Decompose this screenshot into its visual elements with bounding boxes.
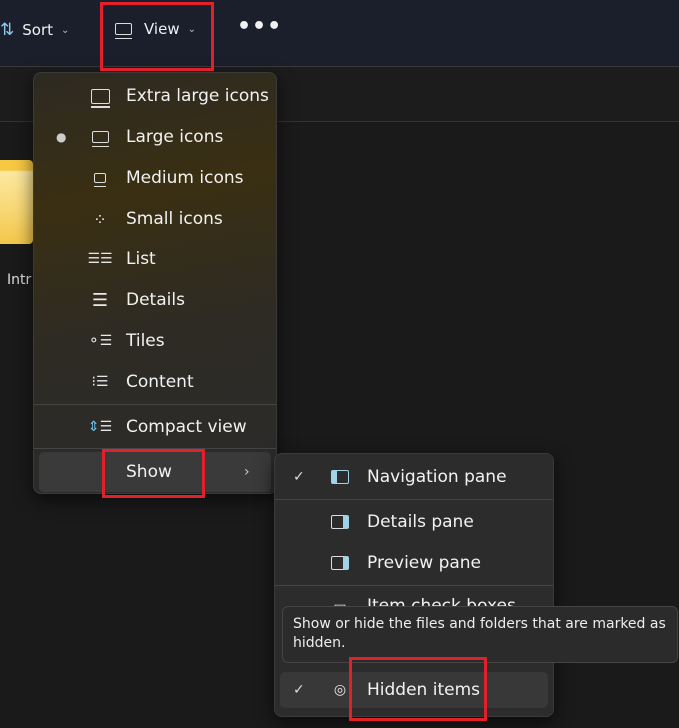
highlight-box-hidden-items <box>349 657 487 721</box>
sort-button[interactable]: ⇅ Sort ⌄ <box>0 20 69 40</box>
menu-item-medium-icons[interactable]: Medium icons <box>34 158 276 198</box>
highlight-box-show <box>102 449 205 498</box>
chevron-right-icon: › <box>244 464 250 480</box>
menu-item-details-pane[interactable]: Details pane <box>275 502 553 542</box>
menu-item-label: Small icons <box>126 209 223 229</box>
menu-item-label: Details pane <box>367 512 474 532</box>
menu-item-label: Extra large icons <box>126 86 269 106</box>
chevron-down-icon: ⌄ <box>61 24 70 36</box>
content-icon: ⁝☰ <box>91 374 109 390</box>
menu-item-small-icons[interactable]: ⁘ Small icons <box>34 199 276 239</box>
extra-large-icons-icon <box>89 85 111 108</box>
sort-icon: ⇅ <box>0 20 15 40</box>
list-icon: ☰☰ <box>87 251 113 267</box>
menu-item-label: Large icons <box>126 127 224 147</box>
folder-icon[interactable] <box>0 160 33 244</box>
menu-divider <box>275 585 553 586</box>
menu-item-label: Navigation pane <box>367 467 507 487</box>
small-icons-icon: ⁘ <box>93 209 107 229</box>
medium-icons-icon <box>89 167 111 189</box>
details-icon: ☰ <box>91 289 109 311</box>
menu-item-label: Details <box>126 290 185 310</box>
menu-item-details[interactable]: ☰ Details <box>34 280 276 320</box>
menu-item-preview-pane[interactable]: Preview pane <box>275 543 553 583</box>
menu-item-label: Medium icons <box>126 168 244 188</box>
large-icons-icon <box>89 126 111 148</box>
menu-item-compact-view[interactable]: ⇕ ☰ Compact view <box>34 407 276 447</box>
view-menu: Extra large icons ● Large icons Medium i… <box>33 72 277 494</box>
compact-view-icon: ⇕ ☰ <box>87 419 113 435</box>
tooltip: Show or hide the files and folders that … <box>282 606 678 663</box>
menu-item-label: Tiles <box>126 331 165 351</box>
menu-item-tiles[interactable]: ⚬☰ Tiles <box>34 321 276 361</box>
menu-item-content[interactable]: ⁝☰ Content <box>34 362 276 402</box>
menu-item-label: Compact view <box>126 417 247 437</box>
menu-item-label: Content <box>126 372 194 392</box>
menu-divider <box>34 404 276 405</box>
menu-divider <box>275 499 553 500</box>
eye-icon: ◎ <box>333 682 347 698</box>
check-icon: ✓ <box>293 469 305 485</box>
menu-item-extra-large-icons[interactable]: Extra large icons <box>34 76 276 116</box>
folder-label[interactable]: Intr <box>7 272 31 288</box>
more-icon: ••• <box>237 14 283 39</box>
check-icon: ✓ <box>293 682 305 698</box>
tiles-icon: ⚬☰ <box>87 333 113 349</box>
details-pane-icon <box>329 511 351 533</box>
navigation-pane-icon <box>329 466 351 488</box>
more-options-button[interactable]: ••• <box>237 14 282 39</box>
menu-item-list[interactable]: ☰☰ List <box>34 239 276 279</box>
menu-item-label: List <box>126 249 156 269</box>
selected-dot-icon: ● <box>56 130 67 144</box>
sort-label: Sort <box>22 21 53 39</box>
menu-item-navigation-pane[interactable]: ✓ Navigation pane <box>275 457 553 497</box>
menu-item-large-icons[interactable]: ● Large icons <box>34 117 276 157</box>
preview-pane-icon <box>329 552 351 574</box>
menu-item-label: Preview pane <box>367 553 482 573</box>
highlight-box-view <box>100 2 214 71</box>
